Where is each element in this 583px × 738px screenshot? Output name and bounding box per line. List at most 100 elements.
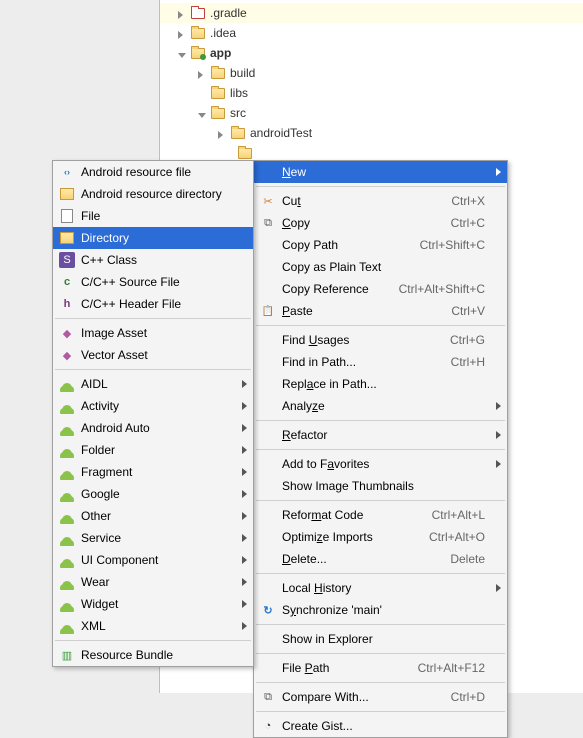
menu-label: XML bbox=[81, 619, 106, 633]
folder-icon bbox=[191, 28, 205, 39]
menu-item-cpp-class[interactable]: C++ Class bbox=[53, 249, 253, 271]
shortcut: Ctrl+D bbox=[451, 690, 485, 704]
folder-icon bbox=[59, 186, 75, 202]
menu-label: Image Asset bbox=[81, 326, 147, 340]
module-folder-icon bbox=[191, 48, 205, 59]
menu-item-create-gist[interactable]: Create Gist... bbox=[254, 715, 507, 737]
submenu-arrow-icon bbox=[242, 446, 247, 454]
collapse-arrow-icon[interactable] bbox=[198, 108, 208, 118]
expand-arrow-icon[interactable] bbox=[178, 8, 188, 18]
context-menu: New CutCtrl+X CopyCtrl+C Copy PathCtrl+S… bbox=[253, 160, 508, 738]
menu-label: Synchronize 'main' bbox=[282, 603, 382, 617]
menu-label: Compare With... bbox=[282, 690, 369, 704]
menu-item-reformat[interactable]: Reformat Code Ctrl+Alt+L bbox=[254, 504, 507, 526]
menu-item-xml[interactable]: XML bbox=[53, 615, 253, 637]
tree-item-app[interactable]: app bbox=[160, 43, 583, 63]
menu-label: Add to Favorites bbox=[282, 457, 369, 471]
menu-item-resource-bundle[interactable]: Resource Bundle bbox=[53, 644, 253, 666]
menu-item-find-in-path[interactable]: Find in Path...Ctrl+H bbox=[254, 351, 507, 373]
menu-item-file[interactable]: File bbox=[53, 205, 253, 227]
tree-label: androidTest bbox=[250, 126, 312, 140]
tree-item-idea[interactable]: .idea bbox=[160, 23, 583, 43]
menu-item-file-path[interactable]: File PathCtrl+Alt+F12 bbox=[254, 657, 507, 679]
menu-item-delete[interactable]: Delete...Delete bbox=[254, 548, 507, 570]
folder-icon bbox=[211, 68, 225, 79]
menu-item-widget[interactable]: Widget bbox=[53, 593, 253, 615]
menu-item-synchronize[interactable]: Synchronize 'main' bbox=[254, 599, 507, 621]
tree-item-build[interactable]: build bbox=[160, 63, 583, 83]
shortcut: Ctrl+Alt+L bbox=[432, 508, 485, 522]
menu-item-local-history[interactable]: Local History bbox=[254, 577, 507, 599]
expand-arrow-icon[interactable] bbox=[198, 68, 208, 78]
menu-item-copy-path[interactable]: Copy PathCtrl+Shift+C bbox=[254, 234, 507, 256]
menu-label: New bbox=[282, 165, 306, 179]
submenu-arrow-icon bbox=[242, 600, 247, 608]
collapse-arrow-icon[interactable] bbox=[178, 48, 188, 58]
submenu-arrow-icon bbox=[242, 424, 247, 432]
menu-item-show-explorer[interactable]: Show in Explorer bbox=[254, 628, 507, 650]
menu-label: Reformat Code bbox=[282, 508, 363, 522]
image-asset-icon bbox=[59, 325, 75, 341]
menu-item-fragment[interactable]: Fragment bbox=[53, 461, 253, 483]
menu-item-copy-reference[interactable]: Copy ReferenceCtrl+Alt+Shift+C bbox=[254, 278, 507, 300]
menu-item-image-asset[interactable]: Image Asset bbox=[53, 322, 253, 344]
menu-item-cut[interactable]: CutCtrl+X bbox=[254, 190, 507, 212]
cpp-icon bbox=[59, 252, 75, 268]
menu-item-ui-component[interactable]: UI Component bbox=[53, 549, 253, 571]
menu-item-wear[interactable]: Wear bbox=[53, 571, 253, 593]
submenu-arrow-icon bbox=[242, 622, 247, 630]
menu-item-service[interactable]: Service bbox=[53, 527, 253, 549]
menu-label: Android resource file bbox=[81, 165, 191, 179]
menu-item-android-auto[interactable]: Android Auto bbox=[53, 417, 253, 439]
menu-item-vector-asset[interactable]: Vector Asset bbox=[53, 344, 253, 366]
menu-item-google[interactable]: Google bbox=[53, 483, 253, 505]
project-tree[interactable]: .gradle .idea app build libs src bbox=[160, 0, 583, 163]
tree-item-libs[interactable]: libs bbox=[160, 83, 583, 103]
menu-item-android-resource-file[interactable]: Android resource file bbox=[53, 161, 253, 183]
menu-item-analyze[interactable]: Analyze bbox=[254, 395, 507, 417]
menu-item-c-source[interactable]: C/C++ Source File bbox=[53, 271, 253, 293]
tree-item-gradle[interactable]: .gradle bbox=[160, 3, 583, 23]
shortcut: Ctrl+H bbox=[451, 355, 485, 369]
submenu-arrow-icon bbox=[242, 578, 247, 586]
menu-label: Fragment bbox=[81, 465, 132, 479]
expand-arrow-icon[interactable] bbox=[218, 128, 228, 138]
menu-label: Create Gist... bbox=[282, 719, 353, 733]
menu-item-add-favorites[interactable]: Add to Favorites bbox=[254, 453, 507, 475]
menu-item-c-header[interactable]: C/C++ Header File bbox=[53, 293, 253, 315]
shortcut: Ctrl+Alt+Shift+C bbox=[399, 282, 485, 296]
menu-item-show-thumbnails[interactable]: Show Image Thumbnails bbox=[254, 475, 507, 497]
menu-item-aidl[interactable]: AIDL bbox=[53, 373, 253, 395]
menu-item-directory[interactable]: Directory bbox=[53, 227, 253, 249]
menu-item-activity[interactable]: Activity bbox=[53, 395, 253, 417]
android-icon bbox=[59, 508, 75, 524]
menu-item-replace-in-path[interactable]: Replace in Path... bbox=[254, 373, 507, 395]
menu-label: Refactor bbox=[282, 428, 327, 442]
menu-item-find-usages[interactable]: Find UsagesCtrl+G bbox=[254, 329, 507, 351]
menu-item-optimize-imports[interactable]: Optimize ImportsCtrl+Alt+O bbox=[254, 526, 507, 548]
expand-arrow-icon[interactable] bbox=[178, 28, 188, 38]
tree-label: app bbox=[210, 46, 231, 60]
menu-item-refactor[interactable]: Refactor bbox=[254, 424, 507, 446]
android-icon bbox=[59, 398, 75, 414]
menu-item-copy[interactable]: CopyCtrl+C bbox=[254, 212, 507, 234]
vector-asset-icon bbox=[59, 347, 75, 363]
menu-label: Wear bbox=[81, 575, 109, 589]
submenu-arrow-icon bbox=[496, 584, 501, 592]
menu-separator bbox=[55, 369, 251, 370]
menu-item-new[interactable]: New bbox=[254, 161, 507, 183]
menu-item-compare-with[interactable]: Compare With... Ctrl+D bbox=[254, 686, 507, 708]
tree-item-src[interactable]: src bbox=[160, 103, 583, 123]
new-submenu: Android resource file Android resource d… bbox=[52, 160, 254, 667]
menu-item-paste[interactable]: PasteCtrl+V bbox=[254, 300, 507, 322]
menu-item-folder[interactable]: Folder bbox=[53, 439, 253, 461]
menu-item-android-resource-directory[interactable]: Android resource directory bbox=[53, 183, 253, 205]
tree-item-androidtest[interactable]: androidTest bbox=[160, 123, 583, 143]
compare-icon bbox=[260, 689, 276, 705]
menu-separator bbox=[256, 624, 505, 625]
submenu-arrow-icon bbox=[242, 468, 247, 476]
menu-item-other[interactable]: Other bbox=[53, 505, 253, 527]
menu-item-copy-plain[interactable]: Copy as Plain Text bbox=[254, 256, 507, 278]
copy-icon bbox=[260, 215, 276, 231]
xml-icon bbox=[59, 164, 75, 180]
